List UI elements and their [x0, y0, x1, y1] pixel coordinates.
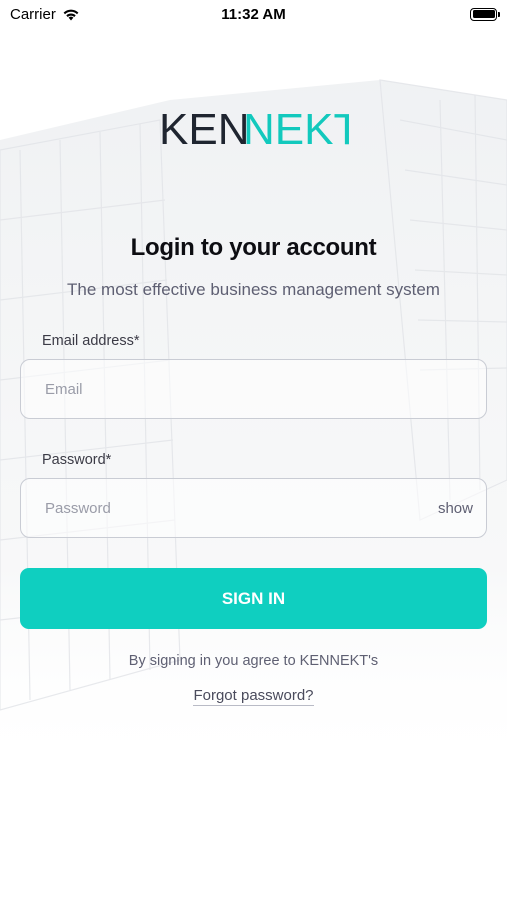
logo-mark: KEN NEKT	[159, 108, 349, 150]
battery-fill	[472, 10, 495, 18]
battery-icon	[470, 7, 500, 21]
email-label: Email address*	[42, 333, 140, 349]
status-time: 11:32 AM	[221, 5, 286, 23]
email-input[interactable]	[45, 380, 462, 398]
kennekt-logo: KEN NEKT	[0, 108, 507, 150]
logo-dark-text: KEN	[159, 108, 249, 150]
status-bar: Carrier 11:32 AM	[0, 0, 507, 28]
forgot-password-link[interactable]: Forgot password?	[193, 687, 314, 706]
forgot-password-container: Forgot password?	[0, 687, 507, 706]
show-password-toggle[interactable]: show	[438, 500, 473, 517]
sign-in-button[interactable]: SIGN IN	[20, 568, 487, 629]
logo-accent-text: NEKT	[243, 108, 349, 150]
password-input[interactable]	[45, 499, 462, 517]
page-subtitle: The most effective business management s…	[67, 280, 440, 299]
terms-text: By signing in you agree to KENNEKT's	[128, 653, 379, 669]
background-building-image	[0, 79, 507, 780]
email-field[interactable]	[20, 359, 487, 419]
password-label: Password*	[42, 452, 112, 468]
password-field[interactable]: show	[20, 478, 487, 538]
page-title: Login to your account	[130, 234, 377, 261]
